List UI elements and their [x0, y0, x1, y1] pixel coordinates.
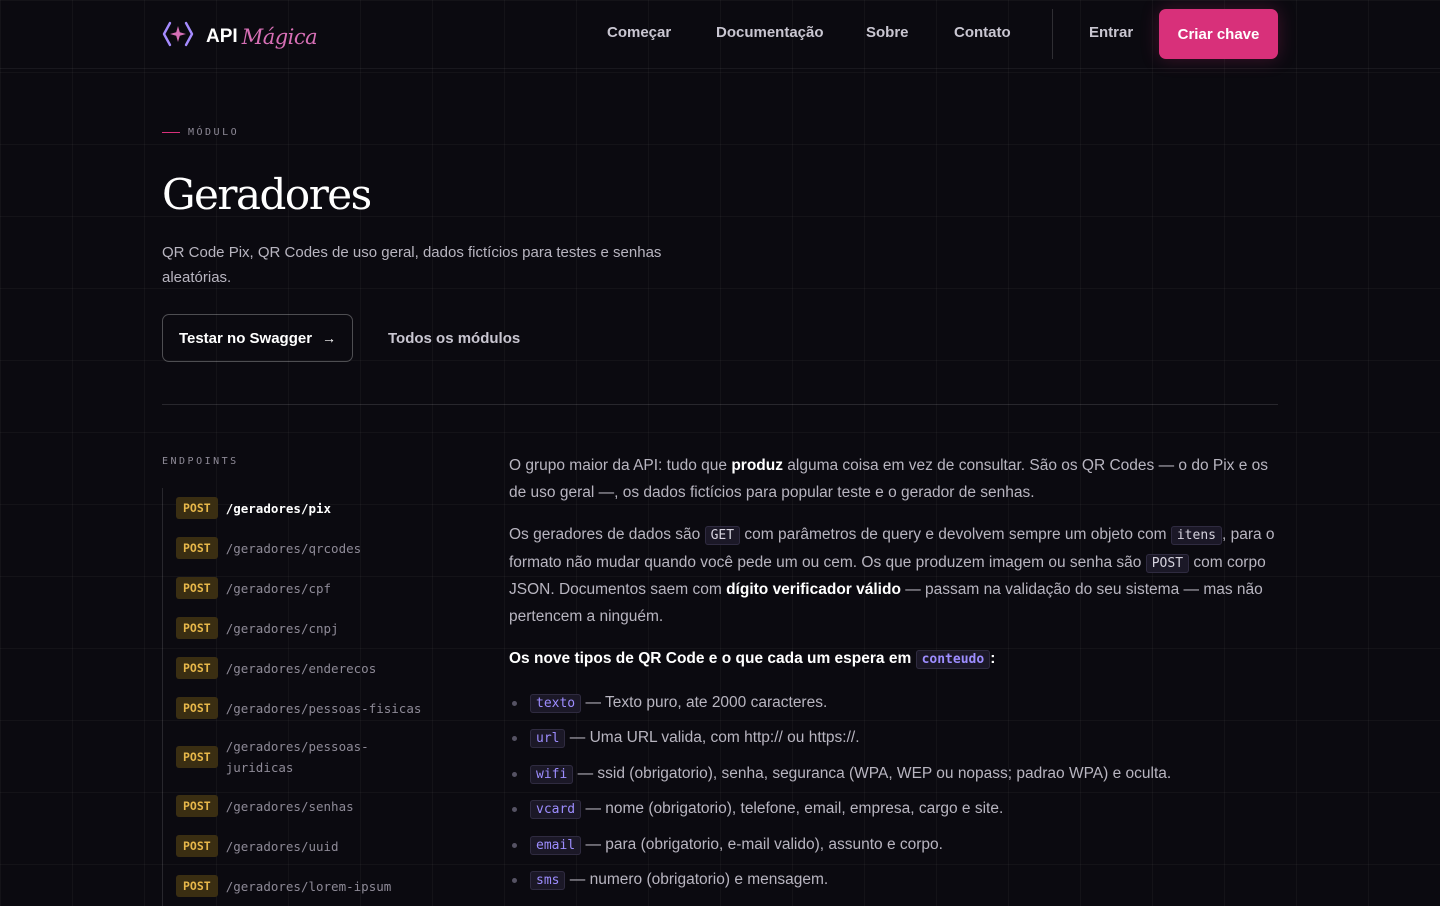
endpoint-path: /geradores/pessoas-juridicas	[225, 739, 369, 775]
text-span: Os nove tipos de QR Code e o que cada um…	[509, 650, 916, 667]
endpoint-item[interactable]: POST /geradores/uuid	[163, 826, 463, 866]
endpoint-path: /geradores/cpf	[225, 580, 332, 596]
details-paragraph: Os geradores de dados são GET com parâme…	[509, 522, 1279, 630]
bold-text: dígito verificador válido	[726, 581, 901, 598]
nav-documentacao[interactable]: Documentação	[716, 24, 824, 41]
method-badge: POST	[176, 875, 218, 897]
endpoints-list: POST /geradores/pix POST /geradores/qrco…	[162, 488, 463, 906]
inline-code: sms	[530, 871, 566, 890]
intro-paragraph: O grupo maior da API: tudo que produz al…	[509, 453, 1279, 506]
method-badge: POST	[176, 497, 218, 519]
endpoint-item[interactable]: POST /geradores/pix	[163, 488, 463, 528]
endpoint-item[interactable]: POST /geradores/pessoas-fisicas	[163, 688, 463, 728]
module-eyebrow: MÓDULO	[162, 127, 239, 138]
text-span: com parâmetros de query e devolvem sempr…	[740, 526, 1171, 543]
text-span: O grupo maior da API: tudo que	[509, 457, 732, 474]
nav-divider	[1052, 9, 1053, 59]
page-subtitle: QR Code Pix, QR Codes de uso geral, dado…	[162, 244, 662, 286]
qr-types-list: texto — Texto puro, ate 2000 caracteres.…	[509, 690, 1279, 895]
text-span: — Uma URL valida, com http:// ou https:/…	[565, 729, 860, 746]
section-divider	[162, 404, 1278, 405]
text-span: :	[990, 650, 996, 667]
bold-text: produz	[731, 457, 783, 474]
inline-code: vcard	[530, 800, 582, 819]
create-key-button[interactable]: Criar chave	[1159, 9, 1278, 59]
method-badge: POST	[176, 795, 218, 817]
endpoint-path: /geradores/enderecos	[225, 660, 377, 676]
logo[interactable]: API Mágica	[162, 19, 318, 54]
text-span: — para (obrigatorio, e-mail valido), ass…	[581, 835, 943, 853]
endpoint-item[interactable]: POST /geradores/pessoas-juridicas	[163, 728, 463, 786]
endpoint-item[interactable]: POST /geradores/qrcodes	[163, 528, 463, 568]
method-badge: POST	[176, 657, 218, 679]
swagger-button-label: Testar no Swagger	[178, 329, 313, 347]
method-badge: POST	[176, 697, 218, 719]
inline-code: email	[530, 835, 582, 855]
inline-code: GET	[704, 526, 741, 545]
inline-code: itens	[1170, 526, 1222, 545]
endpoints-label: ENDPOINTS	[162, 456, 239, 467]
endpoint-path: /geradores/senhas	[225, 798, 354, 814]
list-item: sms — numero (obrigatorio) e mensagem.	[509, 867, 1279, 894]
inline-code: wifi	[530, 764, 574, 784]
all-modules-link[interactable]: Todos os módulos	[388, 330, 520, 347]
login-link[interactable]: Entrar	[1089, 24, 1133, 41]
endpoint-item[interactable]: POST /geradores/cpf	[163, 568, 463, 608]
swagger-button[interactable]: Testar no Swagger →	[162, 314, 353, 362]
endpoint-path: /geradores/cnpj	[225, 620, 339, 636]
text-span: — Texto puro, ate 2000 caracteres.	[581, 693, 828, 711]
eyebrow-line	[162, 132, 180, 133]
method-badge: POST	[176, 746, 218, 768]
endpoint-item[interactable]: POST /geradores/senhas	[163, 786, 463, 826]
endpoint-path: /geradores/lorem-ipsum	[225, 878, 392, 894]
endpoint-path: /geradores/pessoas-fisicas	[225, 700, 422, 716]
text-span: — ssid (obrigatorio), senha, seguranca (…	[573, 764, 1172, 782]
nav-contato[interactable]: Contato	[954, 24, 1011, 41]
sparkle-logo-icon	[162, 19, 194, 54]
top-navbar: API Mágica Começar Documentação Sobre Co…	[0, 0, 1440, 69]
method-badge: POST	[176, 835, 218, 857]
nav-comecar[interactable]: Começar	[607, 24, 671, 41]
text-span: — numero (obrigatorio) e mensagem.	[565, 871, 829, 888]
endpoint-item[interactable]: POST /geradores/lorem-ipsum	[163, 866, 463, 906]
method-badge: POST	[176, 617, 218, 639]
endpoint-path: /geradores/pix	[225, 500, 332, 516]
inline-code: url	[530, 729, 566, 748]
endpoint-path: /geradores/qrcodes	[225, 540, 362, 556]
method-badge: POST	[176, 577, 218, 599]
inline-code: texto	[530, 693, 582, 713]
inline-code: POST	[1145, 553, 1190, 573]
logo-text-api: API	[206, 25, 238, 47]
eyebrow-text: MÓDULO	[188, 127, 240, 138]
text-span: — nome (obrigatorio), telefone, email, e…	[581, 800, 1004, 817]
nav-sobre[interactable]: Sobre	[866, 24, 909, 41]
list-item: url — Uma URL valida, com http:// ou htt…	[509, 725, 1279, 752]
text-span: Os geradores de dados são	[509, 526, 705, 543]
module-description: O grupo maior da API: tudo que produz al…	[509, 453, 1279, 903]
arrow-right-icon: →	[322, 330, 337, 346]
list-item: vcard — nome (obrigatorio), telefone, em…	[509, 796, 1279, 823]
endpoint-path: /geradores/uuid	[225, 838, 339, 854]
endpoint-item[interactable]: POST /geradores/cnpj	[163, 608, 463, 648]
logo-text-magica: Mágica	[241, 24, 318, 49]
list-item: email — para (obrigatorio, e-mail valido…	[509, 832, 1279, 859]
qr-types-heading: Os nove tipos de QR Code e o que cada um…	[509, 646, 1279, 674]
method-badge: POST	[176, 537, 218, 559]
page-title: Geradores	[162, 170, 372, 219]
list-item: wifi — ssid (obrigatorio), senha, segura…	[509, 761, 1279, 788]
inline-code: conteudo	[915, 650, 991, 669]
list-item: texto — Texto puro, ate 2000 caracteres.	[509, 690, 1279, 717]
endpoint-item[interactable]: POST /geradores/enderecos	[163, 648, 463, 688]
